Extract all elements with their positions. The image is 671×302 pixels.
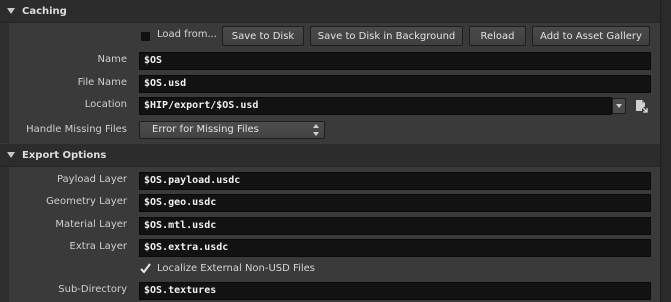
payload-layer-field[interactable]: $OS.payload.usdc [139,172,651,190]
caching-section-header[interactable]: Caching [0,0,660,23]
sub-directory-field[interactable]: $OS.textures [139,282,651,300]
updown-arrows-icon [312,124,320,136]
collapse-triangle-icon [7,152,15,158]
scrollbar[interactable] [660,0,671,302]
chevron-down-icon [616,104,622,108]
localize-checkbox[interactable] [140,263,151,274]
handle-missing-value: Error for Missing Files [152,124,259,135]
save-to-disk-button[interactable]: Save to Disk [222,26,304,46]
file-name-label: File Name [77,77,127,88]
location-field[interactable]: $HIP/export/$OS.usd [139,97,612,115]
file-chooser-icon [636,99,648,113]
file-name-field[interactable]: $OS.usd [139,75,651,93]
reload-button[interactable]: Reload [469,26,526,46]
load-from-label: Load from... [157,29,217,40]
name-label: Name [97,54,127,65]
name-field[interactable]: $OS [139,52,651,70]
geometry-layer-field[interactable]: $OS.geo.usdc [139,194,651,212]
load-from-checkbox[interactable] [140,31,151,42]
location-label: Location [84,99,127,110]
extra-layer-label: Extra Layer [69,241,127,252]
location-menu-button[interactable] [612,98,626,114]
handle-missing-label: Handle Missing Files [26,124,127,135]
add-to-gallery-button[interactable]: Add to Asset Gallery [532,26,650,46]
material-layer-field[interactable]: $OS.mtl.usdc [139,217,651,235]
material-layer-label: Material Layer [55,219,127,230]
handle-missing-dropdown[interactable]: Error for Missing Files [139,121,325,139]
localize-label: Localize External Non-USD Files [157,263,315,274]
sub-directory-label: Sub-Directory [58,284,127,295]
geometry-layer-label: Geometry Layer [46,196,127,207]
checkmark-icon [140,263,151,274]
payload-layer-label: Payload Layer [56,174,127,185]
file-chooser-button[interactable] [633,97,649,114]
extra-layer-field[interactable]: $OS.extra.usdc [139,239,651,257]
save-background-button[interactable]: Save to Disk in Background [310,26,463,46]
export-options-section-header[interactable]: Export Options [0,144,660,167]
export-options-header-label: Export Options [22,149,107,161]
collapse-triangle-icon [7,8,15,14]
caching-header-label: Caching [22,5,67,17]
